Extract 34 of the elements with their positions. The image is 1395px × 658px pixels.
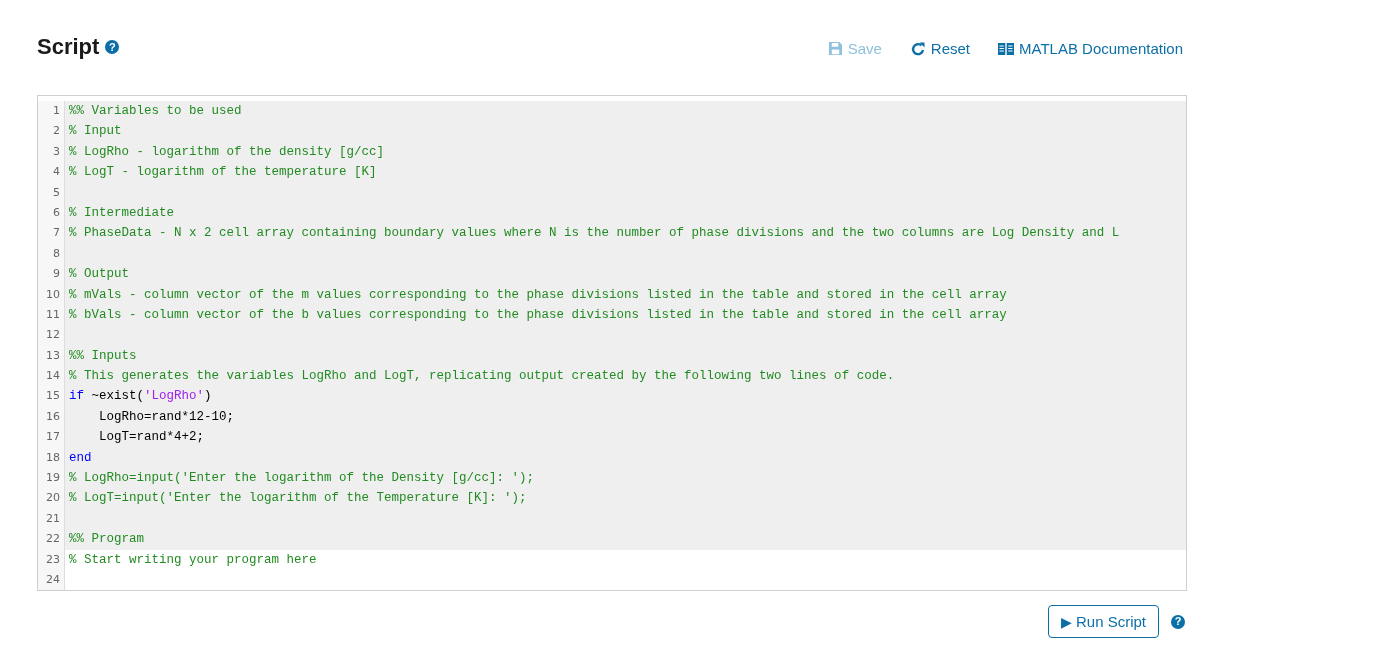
line-number: 3 (38, 141, 65, 163)
line-number: 16 (38, 406, 65, 428)
line-number: 5 (38, 182, 65, 203)
line-number: 12 (38, 325, 65, 346)
line-number: 18 (38, 447, 65, 469)
line-number: 13 (38, 345, 65, 367)
line-number: 1 (38, 101, 65, 122)
line-number: 2 (38, 121, 65, 142)
code-editor[interactable] (37, 95, 1187, 592)
line-number: 11 (38, 304, 65, 326)
refresh-icon (909, 40, 926, 57)
line-number: 23 (38, 549, 65, 570)
line-number: 14 (38, 366, 65, 387)
line-number: 9 (38, 264, 65, 285)
line-number: 4 (38, 162, 65, 183)
line-number: 24 (38, 570, 65, 591)
line-number: 20 (38, 488, 65, 509)
line-number: 10 (38, 284, 65, 305)
line-number: 22 (38, 529, 65, 550)
run-script-button[interactable]: ▶ Run Script (1047, 605, 1159, 639)
line-number: 17 (38, 427, 65, 448)
line-number: 19 (38, 468, 65, 489)
help-icon[interactable]: ? (105, 40, 120, 54)
help-icon[interactable]: ? (1171, 614, 1185, 629)
code-line: % Start writing your program here (68, 551, 318, 569)
line-number: 8 (38, 243, 65, 265)
script-title: Script (37, 34, 100, 60)
book-icon (998, 41, 1015, 56)
line-number: 21 (38, 508, 65, 530)
line-number: 15 (38, 386, 65, 407)
line-number: 6 (38, 202, 65, 224)
documentation-link[interactable]: MATLAB Documentation (998, 40, 1183, 57)
reset-button[interactable]: Reset (909, 40, 971, 57)
line-number: 7 (38, 223, 65, 244)
